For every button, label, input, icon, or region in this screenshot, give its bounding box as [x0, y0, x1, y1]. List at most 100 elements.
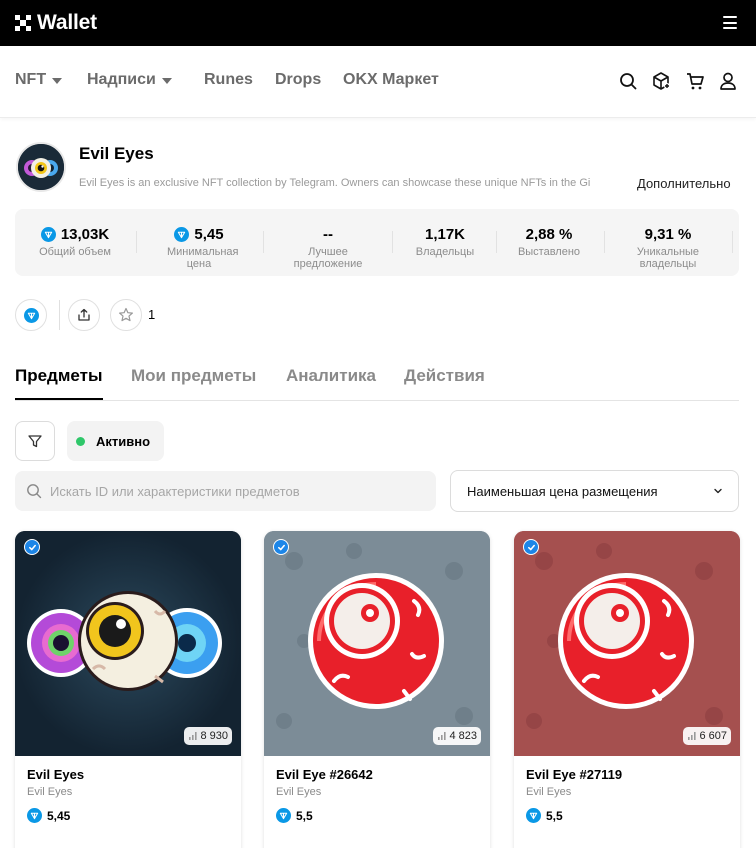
nav-label: NFT [15, 71, 47, 88]
top-bar: Wallet [0, 0, 756, 46]
stat-label: Владельцы [415, 246, 475, 258]
nft-price-value: 5,5 [296, 808, 313, 823]
view-count-value: 8 930 [200, 730, 228, 742]
view-count-value: 6 607 [699, 730, 727, 742]
filter-icon [28, 435, 42, 448]
tab-items[interactable]: Предметы [15, 366, 103, 400]
sort-dropdown[interactable]: Наименьшая цена размещения [450, 470, 739, 512]
search-input[interactable] [50, 483, 410, 499]
nav-item-runes[interactable]: Runes [204, 71, 253, 89]
stat-label: Общий объем [39, 246, 111, 258]
stat-owners: 1,17K Владельцы [405, 209, 485, 276]
status-dot [76, 436, 85, 446]
nav-item-nft[interactable]: NFT [15, 71, 63, 89]
stat-value: 13,03K [60, 226, 110, 243]
cart-icon[interactable] [685, 71, 705, 91]
stats-panel: 13,03K Общий объем 5,45 Минимальная цена… [15, 209, 739, 276]
bar-chart-icon [189, 732, 198, 740]
nft-collection: Evil Eyes [276, 786, 322, 798]
bar-chart-icon [688, 732, 697, 740]
filter-button[interactable] [15, 421, 55, 461]
verified-badge-icon [523, 539, 539, 555]
tab-my-items[interactable]: Мои предметы [131, 366, 256, 386]
nft-collection: Evil Eyes [526, 786, 572, 798]
bar-chart-icon [438, 732, 447, 740]
nav-label: Runes [204, 71, 253, 88]
nft-collection: Evil Eyes [27, 786, 73, 798]
ton-icon [276, 808, 291, 823]
view-count: 8 930 [184, 727, 232, 745]
nft-name: Evil Eye #26642 [276, 767, 373, 782]
nft-name: Evil Eyes [27, 767, 85, 782]
ton-icon [40, 227, 56, 242]
view-count-value: 4 823 [449, 730, 477, 742]
favorite-count: 1 [148, 307, 156, 322]
sort-selected-label: Наименьшая цена размещения [467, 483, 658, 499]
stat-value: 1,17K [424, 226, 466, 243]
nav-item-inscriptions[interactable]: Надписи [87, 71, 172, 89]
search-icon [27, 484, 42, 499]
app-title: Wallet [37, 11, 97, 34]
favorite-button[interactable] [110, 299, 142, 331]
search-icon[interactable] [618, 71, 638, 91]
cube-icon[interactable] [651, 71, 671, 91]
view-count: 4 823 [433, 727, 481, 745]
ton-icon [23, 307, 39, 323]
nft-price-value: 5,5 [546, 808, 563, 823]
stat-value: -- [323, 226, 333, 243]
nft-price-value: 5,45 [47, 808, 71, 823]
share-button[interactable] [68, 299, 100, 331]
stat-best-offer: -- Лучшее предложение [277, 209, 379, 276]
ton-icon [27, 808, 42, 823]
nav-label: Надписи [87, 71, 156, 88]
stat-label: Уникальные владельцы [636, 246, 700, 270]
share-icon [78, 308, 90, 321]
verified-badge-icon [273, 539, 289, 555]
divider [59, 300, 60, 330]
nft-name: Evil Eye #27119 [526, 767, 623, 782]
nft-card[interactable]: 8 930 Evil Eyes Evil Eyes 5,45 [15, 531, 241, 848]
more-button[interactable]: Дополнительно [637, 176, 731, 191]
stat-total-volume: 13,03K Общий объем [21, 209, 129, 276]
nft-price: 5,5 [526, 808, 563, 823]
ton-icon [526, 808, 541, 823]
chevron-down-icon [714, 488, 722, 494]
stat-value: 5,45 [194, 226, 224, 243]
collection-title: Evil Eyes [79, 144, 154, 163]
nft-card[interactable]: 6 607 Evil Eye #27119 Evil Eyes 5,5 [514, 531, 740, 848]
status-chip-label: Активно [96, 433, 151, 449]
nft-image [15, 531, 241, 756]
hamburger-menu-icon[interactable] [723, 16, 737, 29]
nft-price: 5,45 [27, 808, 70, 823]
ton-link-button[interactable] [15, 299, 47, 331]
stat-unique-owners: 9,31 % Уникальные владельцы [615, 209, 721, 276]
tab-activity[interactable]: Действия [404, 366, 485, 386]
main-nav: NFT Надписи Runes Drops OKX Маркет [0, 46, 756, 118]
ton-icon [174, 227, 190, 242]
nav-item-drops[interactable]: Drops [275, 71, 321, 89]
nft-price: 5,5 [276, 808, 313, 823]
nft-image [514, 531, 740, 756]
stat-value: 9,31 % [644, 226, 692, 243]
nav-label: OKX Маркет [343, 71, 439, 88]
star-icon [119, 307, 133, 322]
collection-avatar [16, 142, 66, 192]
collection-description: Evil Eyes is an exclusive NFT collection… [79, 177, 591, 189]
view-count: 6 607 [683, 727, 731, 745]
stat-value: 2,88 % [525, 226, 573, 243]
stat-floor-price: 5,45 Минимальная цена [149, 209, 249, 276]
stat-label: Минимальная цена [167, 246, 239, 270]
tab-bar: Предметы Мои предметы Аналитика Действия [15, 366, 739, 401]
nav-label: Drops [275, 71, 322, 88]
user-icon[interactable] [718, 71, 738, 91]
nft-card[interactable]: 4 823 Evil Eye #26642 Evil Eyes 5,5 [264, 531, 490, 848]
search-bar[interactable] [15, 471, 436, 511]
wallet-logo[interactable]: Wallet [15, 11, 97, 35]
nav-item-okx-market[interactable]: OKX Маркет [343, 71, 439, 89]
tab-analytics[interactable]: Аналитика [286, 366, 376, 386]
caret-down-icon [161, 77, 172, 84]
verified-badge-icon [24, 539, 40, 555]
stat-listed: 2,88 % Выставлено [507, 209, 591, 276]
caret-down-icon [52, 77, 63, 84]
status-chip-active[interactable]: Активно [67, 421, 164, 461]
